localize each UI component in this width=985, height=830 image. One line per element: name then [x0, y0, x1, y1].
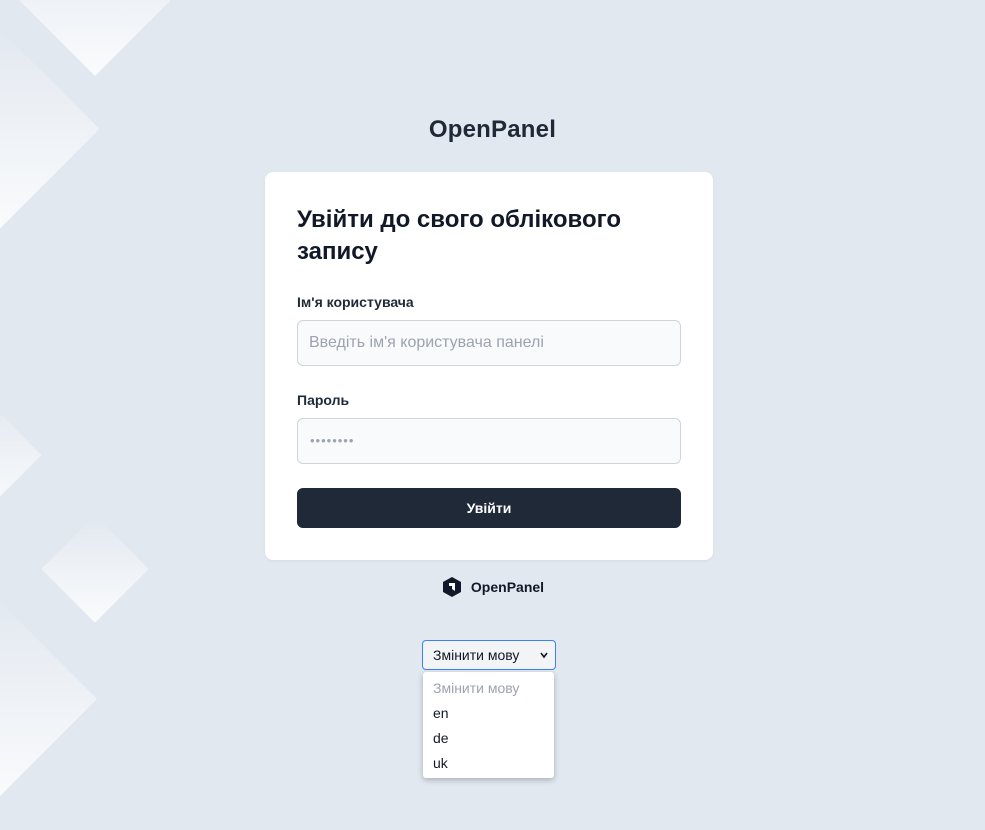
- language-option-placeholder: Змінити мову: [433, 680, 520, 696]
- language-option-en[interactable]: en: [433, 705, 449, 721]
- chevron-down-icon: [540, 652, 548, 659]
- language-selected-value: Змінити мову: [433, 647, 520, 663]
- login-heading: Увійти до свого облікового запису: [297, 206, 621, 265]
- login-card: Увійти до свого облікового запису Ім'я к…: [265, 172, 713, 560]
- login-button[interactable]: Увійти: [297, 488, 681, 528]
- language-option-uk[interactable]: uk: [433, 755, 448, 771]
- openpanel-logo-icon: [442, 577, 461, 597]
- password-input[interactable]: ••••••••: [297, 418, 681, 464]
- username-label: Ім'я користувача: [297, 294, 414, 310]
- password-placeholder: ••••••••: [310, 433, 355, 448]
- language-dropdown: Змінити мову en de uk: [423, 672, 554, 778]
- decor-diamond: [41, 515, 149, 623]
- app-title: OpenPanel: [428, 116, 557, 143]
- decor-diamond: [0, 395, 42, 515]
- password-label: Пароль: [297, 392, 350, 408]
- decor-diamond: [20, 0, 170, 76]
- language-option-de[interactable]: de: [433, 730, 449, 746]
- footer-brand-name: OpenPanel: [470, 579, 545, 595]
- footer-brand: OpenPanel: [0, 576, 985, 598]
- language-select[interactable]: Змінити мову: [422, 640, 556, 670]
- decor-diamond: [0, 592, 98, 806]
- username-input[interactable]: [297, 320, 681, 366]
